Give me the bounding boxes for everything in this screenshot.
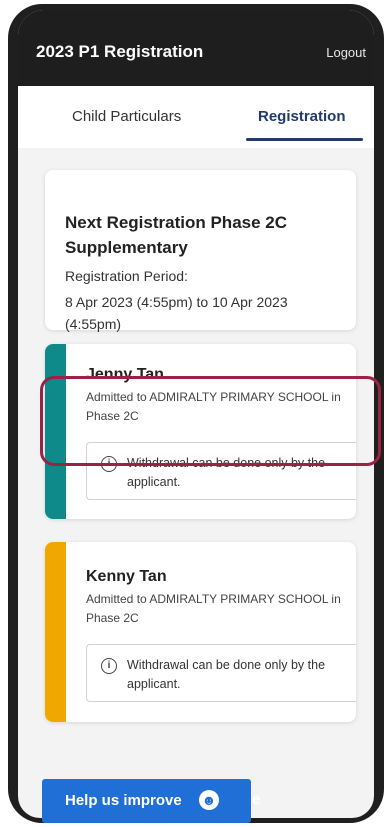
child-card-kenny[interactable]: Kenny Tan Admitted to ADMIRALTY PRIMARY … <box>45 542 356 722</box>
registration-period-dates: 8 Apr 2023 (4:55pm) to 10 Apr 2023 (4:55… <box>65 294 288 332</box>
smiley-icon: ☻ <box>199 790 219 810</box>
phase-title: Next Registration Phase 2C Supplementary <box>65 213 288 257</box>
app-header: 2023 P1 Registration Logout <box>18 10 374 86</box>
withdrawal-notice-text: Withdrawal can be done only by the appli… <box>127 658 326 691</box>
status-stripe <box>45 542 66 722</box>
tab-registration[interactable]: Registration <box>258 108 346 125</box>
app-title: 2023 P1 Registration <box>36 42 204 61</box>
highlight-box <box>40 376 381 466</box>
registration-period-label: Registration Period: <box>65 268 188 284</box>
tab-child-particulars[interactable]: Child Particulars <box>72 108 181 125</box>
withdrawal-notice: i Withdrawal can be done only by the app… <box>86 644 356 702</box>
logout-button[interactable]: Logout <box>326 45 366 60</box>
help-button-label: Help us improve <box>65 792 182 809</box>
truncated-text: e <box>252 791 261 808</box>
child-name: Kenny Tan <box>86 568 167 585</box>
active-tab-indicator <box>246 138 363 141</box>
tab-bar: Child Particulars Registration <box>18 86 374 148</box>
help-us-improve-button[interactable]: Help us improve ☻ <box>42 779 251 823</box>
next-phase-card: Next Registration Phase 2C Supplementary… <box>45 170 356 332</box>
admission-status: Admitted to ADMIRALTY PRIMARY SCHOOL in … <box>86 592 341 625</box>
info-icon: i <box>101 658 117 674</box>
